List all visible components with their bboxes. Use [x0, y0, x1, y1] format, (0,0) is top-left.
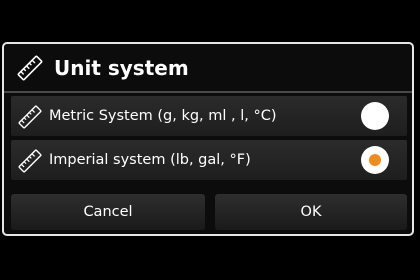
option-label: Metric System (g, kg, ml , l, °C)	[49, 108, 277, 124]
radio-metric-unselected[interactable]	[361, 102, 389, 130]
unit-system-dialog: Unit system Metric System (g, kg, ml , l…	[2, 42, 414, 236]
option-metric-system[interactable]: Metric System (g, kg, ml , l, °C)	[11, 96, 407, 136]
radio-imperial-selected[interactable]	[361, 146, 389, 174]
radio-selected-dot	[369, 154, 381, 166]
option-imperial-system[interactable]: Imperial system (lb, gal, °F)	[11, 140, 407, 180]
option-label: Imperial system (lb, gal, °F)	[49, 152, 251, 168]
ruler-icon	[17, 55, 43, 81]
title-divider	[4, 91, 412, 93]
ok-button[interactable]: OK	[215, 194, 407, 230]
ruler-icon	[18, 149, 42, 173]
cancel-button[interactable]: Cancel	[11, 194, 205, 230]
dialog-button-bar: Cancel OK	[11, 194, 407, 230]
ruler-icon	[18, 105, 42, 129]
dialog-title: Unit system	[54, 56, 189, 80]
dialog-title-bar: Unit system	[4, 44, 412, 90]
